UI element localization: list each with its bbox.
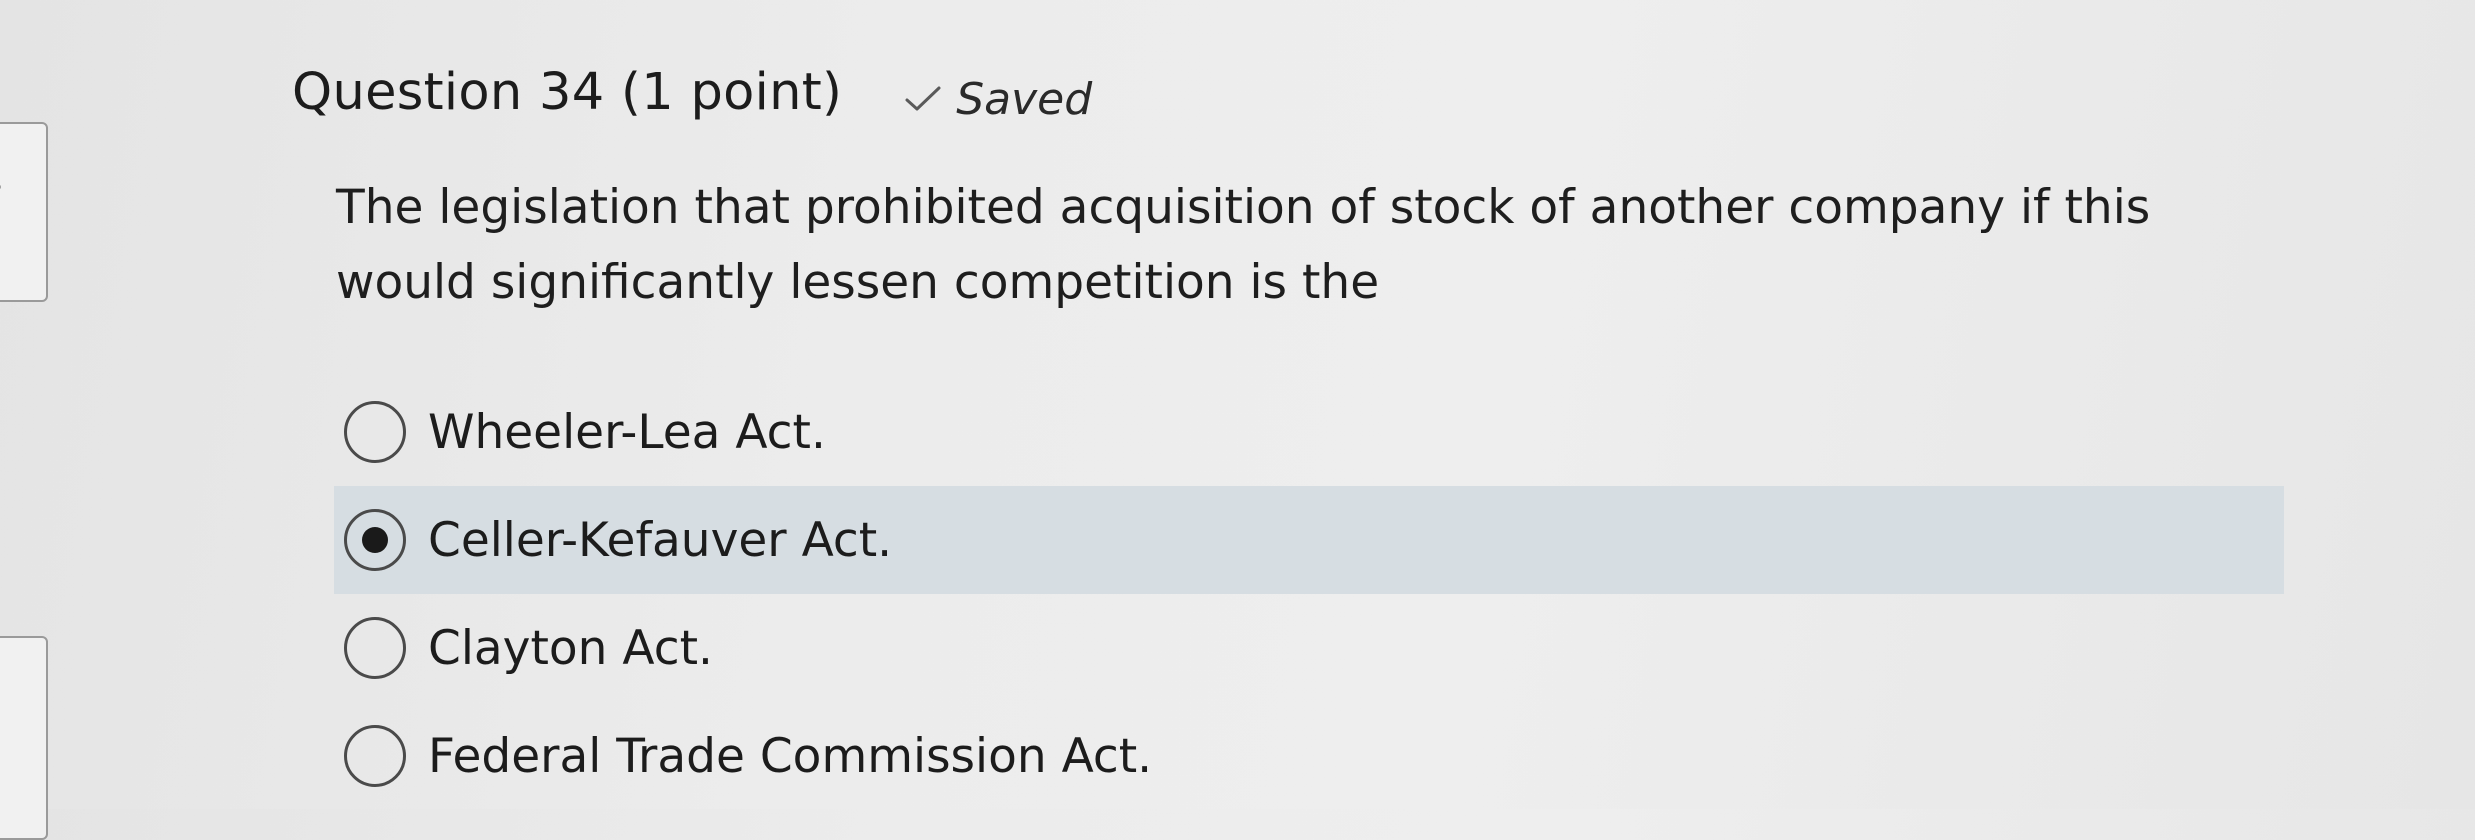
question-header: Question 34 (1 point) Saved [292, 52, 1092, 132]
saved-indicator: Saved [904, 74, 1092, 125]
radio-button[interactable] [344, 401, 406, 463]
radio-button[interactable] [344, 617, 406, 679]
answer-option[interactable]: Wheeler-Lea Act. [334, 378, 2284, 486]
answer-option-label[interactable]: Clayton Act. [428, 621, 713, 676]
question-title: Question 34 (1 point) [292, 62, 843, 122]
check-icon [905, 86, 941, 111]
saved-status-text: Saved [956, 73, 1093, 125]
question-prompt: The legislation that prohibited acquisit… [336, 180, 2151, 310]
next-question-panel: · [0, 636, 48, 840]
answer-option[interactable]: Federal Trade Commission Act. [334, 702, 2284, 810]
answer-option[interactable]: Clayton Act. [334, 594, 2284, 702]
radio-button[interactable] [344, 725, 406, 787]
previous-question-panel: ʒ ⁄ [0, 122, 48, 302]
radio-button-checked[interactable] [344, 509, 406, 571]
answer-option-label[interactable]: Wheeler-Lea Act. [428, 405, 826, 460]
answer-option-selected[interactable]: Celler-Kefauver Act. [334, 486, 2284, 594]
answer-option-label[interactable]: Celler-Kefauver Act. [428, 513, 892, 568]
answer-options: Wheeler-Lea Act. Celler-Kefauver Act. Cl… [334, 378, 2284, 810]
panel-fragment-mark: ʒ [0, 168, 2, 192]
answer-option-label[interactable]: Federal Trade Commission Act. [428, 729, 1152, 784]
